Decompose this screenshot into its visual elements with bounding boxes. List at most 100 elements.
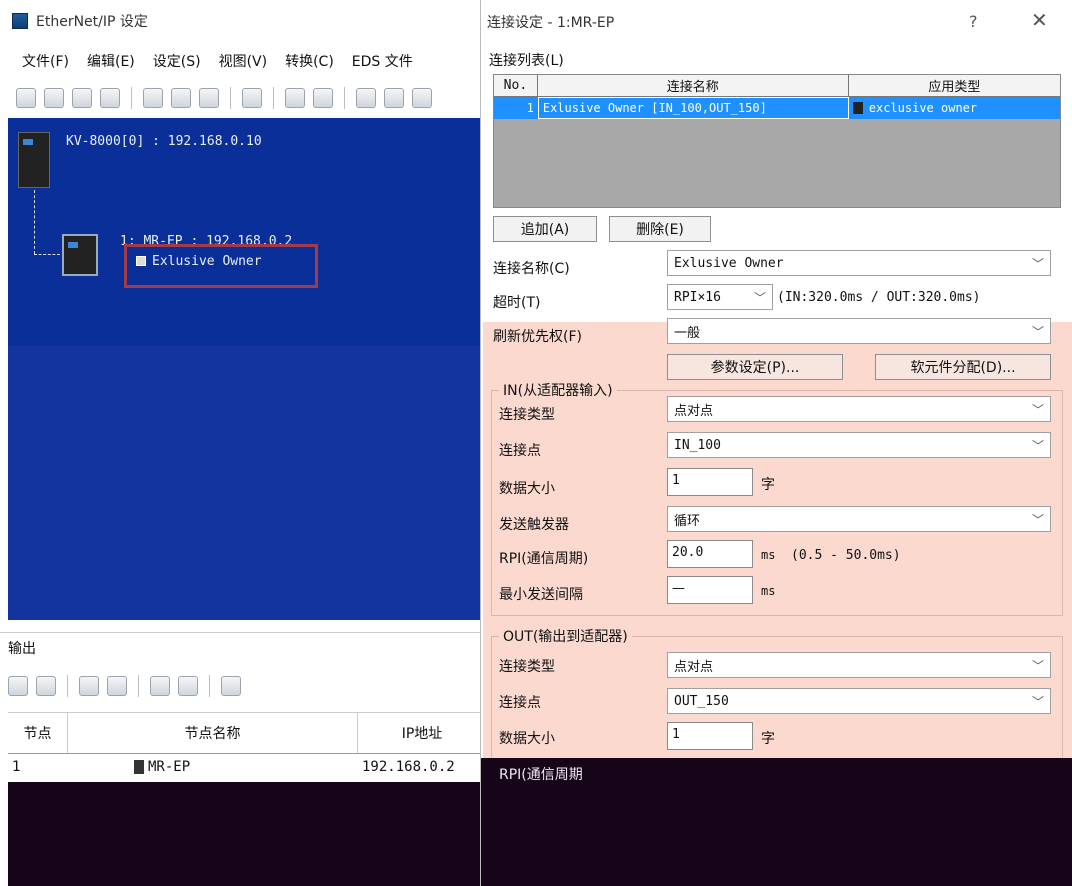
toolbar-divider (344, 87, 345, 109)
device-assignment-button[interactable]: 软元件分配(D)... (875, 354, 1051, 380)
online-icon[interactable] (384, 88, 404, 108)
table-row[interactable]: 1 MR-EP 192.168.0.2 (8, 754, 486, 780)
column-header-conn-name[interactable]: 连接名称 (538, 75, 849, 96)
in-min-interval-input[interactable]: — (667, 576, 753, 604)
column-header-node[interactable]: 节点 (8, 713, 68, 753)
out-data-size-label: 数据大小 (499, 731, 555, 747)
chevron-down-icon: ﹀ (1031, 439, 1044, 453)
table-row[interactable]: 1 Exlusive Owner [IN_100,OUT_150] exclus… (494, 97, 1060, 119)
delete-button[interactable]: 删除(E) (609, 216, 711, 242)
refresh-priority-select[interactable]: 一般 ﹀ (667, 318, 1051, 344)
node-name-text: MR-EP (148, 759, 191, 775)
grid-icon[interactable] (221, 676, 241, 696)
in-trigger-select[interactable]: 循环 ﹀ (667, 506, 1051, 532)
info-icon[interactable] (44, 88, 64, 108)
in-conn-type-select[interactable]: 点对点 ﹀ (667, 396, 1051, 422)
timeout-info: (IN:320.0ms / OUT:320.0ms) (777, 290, 981, 305)
toolbar-divider (67, 675, 68, 697)
chevron-down-icon: ﹀ (753, 291, 766, 305)
toolbar-divider (138, 675, 139, 697)
plc-icon[interactable] (18, 132, 50, 188)
in-trigger-value: 循环 (674, 513, 701, 529)
out-conn-point-select[interactable]: OUT_150 ﹀ (667, 688, 1051, 714)
table-header: 节点 节点名称 IP地址 (8, 712, 486, 754)
column-header-app-type[interactable]: 应用类型 (849, 75, 1060, 96)
menu-convert[interactable]: 转换(C) (285, 51, 334, 71)
in-rpi-range: (0.5 - 50.0ms) (791, 548, 901, 563)
menu-settings[interactable]: 设定(S) (153, 51, 201, 71)
menu-file[interactable]: 文件(F) (22, 51, 69, 71)
column-header-no[interactable]: No. (494, 75, 538, 96)
app-type-text: exclusive owner (868, 101, 978, 115)
menu-view[interactable]: 视图(V) (219, 51, 268, 71)
cell-ip: 192.168.0.2 (362, 759, 455, 775)
out-conn-type-select[interactable]: 点对点 ﹀ (667, 652, 1051, 678)
column-header-ip[interactable]: IP地址 (358, 713, 486, 753)
add-node-icon[interactable] (16, 88, 36, 108)
list-icon[interactable] (107, 676, 127, 696)
refresh-priority-value: 一般 (674, 325, 701, 341)
device-icon (134, 760, 144, 774)
monitor-icon[interactable] (100, 88, 120, 108)
parameter-settings-button[interactable]: 参数设定(P)... (667, 354, 843, 380)
timeout-value: RPI×16 (674, 289, 721, 305)
in-min-interval-label: 最小发送间隔 (499, 587, 583, 603)
network-icon[interactable] (242, 88, 262, 108)
out-data-size-input[interactable]: 1 (667, 722, 753, 750)
add-button[interactable]: 追加(A) (493, 216, 597, 242)
search-icon[interactable] (79, 676, 99, 696)
node-settings-icon[interactable] (72, 88, 92, 108)
menu-edit[interactable]: 编辑(E) (87, 51, 135, 71)
help-button[interactable]: ? (969, 12, 978, 31)
cell-no: 1 (526, 101, 534, 115)
network-view: KV-8000[0] : 192.168.0.10 1: MR-EP : 192… (8, 118, 486, 346)
close-button[interactable]: ✕ (1031, 8, 1048, 32)
properties-icon[interactable] (285, 88, 305, 108)
in-rpi-input[interactable]: 20.0 (667, 540, 753, 568)
connection-list-table[interactable]: No. 连接名称 应用类型 1 Exlusive Owner [IN_100,O… (493, 74, 1061, 208)
conn-name-label: 连接名称(C) (493, 261, 570, 277)
toolbar-divider (131, 87, 132, 109)
edit-icon[interactable] (313, 88, 333, 108)
conn-name-select[interactable]: Exlusive Owner ﹀ (667, 250, 1051, 276)
chevron-down-icon: ﹀ (1031, 257, 1044, 271)
in-data-size-input[interactable]: 1 (667, 468, 753, 496)
paste-icon[interactable] (36, 676, 56, 696)
copy-icon[interactable] (171, 88, 191, 108)
out-rpi-label: RPI(通信周期 (499, 767, 583, 783)
out-data-size-unit: 字 (761, 731, 775, 747)
main-toolbar (0, 80, 490, 116)
cell-conn-name: Exlusive Owner [IN_100,OUT_150] (537, 97, 849, 119)
in-group-box (491, 390, 1063, 616)
chevron-down-icon: ﹀ (1031, 513, 1044, 527)
out-conn-point-label: 连接点 (499, 695, 541, 711)
in-data-size-unit: 字 (761, 477, 775, 493)
timeout-select[interactable]: RPI×16 ﹀ (667, 284, 773, 310)
menu-eds-file[interactable]: EDS 文件 (352, 51, 413, 71)
out-conn-type-value: 点对点 (674, 659, 714, 675)
in-conn-point-select[interactable]: IN_100 ﹀ (667, 432, 1051, 458)
chevron-down-icon: ﹀ (1031, 659, 1044, 673)
network-view-empty-area (8, 346, 486, 620)
chevron-down-icon: ﹀ (1031, 695, 1044, 709)
cut-icon[interactable] (143, 88, 163, 108)
plc-label[interactable]: KV-8000[0] : 192.168.0.10 (66, 134, 262, 149)
copy-icon[interactable] (8, 676, 28, 696)
column-header-node-name[interactable]: 节点名称 (68, 713, 358, 753)
connection-list-label: 连接列表(L) (489, 53, 564, 69)
transfer-icon[interactable] (412, 88, 432, 108)
in-rpi-label: RPI(通信周期) (499, 551, 589, 567)
output-toolbar (0, 668, 486, 704)
in-trigger-label: 发送触发器 (499, 517, 569, 533)
tree-connector (34, 254, 60, 255)
in-data-size-label: 数据大小 (499, 481, 555, 497)
properties-icon[interactable] (178, 676, 198, 696)
edit-icon[interactable] (150, 676, 170, 696)
adapter-node-icon[interactable] (62, 234, 98, 276)
paste-icon[interactable] (199, 88, 219, 108)
app-icon (12, 13, 28, 29)
scan-icon[interactable] (356, 88, 376, 108)
in-min-interval-unit: ms (761, 584, 776, 598)
in-group-title: IN(从适配器输入) (499, 380, 617, 400)
connection-settings-dialog: 连接设定 - 1:MR-EP ? ✕ 连接列表(L) No. 连接名称 应用类型… (480, 0, 1072, 886)
